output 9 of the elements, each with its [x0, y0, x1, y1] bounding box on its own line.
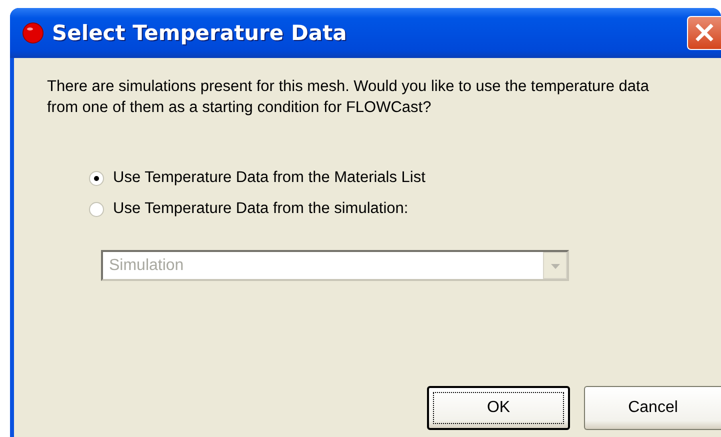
radio-label[interactable]: Use Temperature Data from the simulation:	[113, 200, 408, 218]
dialog-button[interactable]: Cancel	[584, 386, 721, 430]
radio-button[interactable]	[89, 170, 104, 186]
app-icon	[22, 22, 44, 44]
radio-button[interactable]	[89, 202, 104, 216]
dialog-button[interactable]: OK	[427, 386, 570, 430]
radio-label[interactable]: Use Temperature Data from the Materials List	[113, 169, 426, 187]
window-title: Select Temperature Data	[52, 21, 348, 45]
dialog-message: There are simulations present for this mesh. Would you like to use the temperature data from one of them as a starting condition for FLOWCast?	[47, 77, 650, 118]
